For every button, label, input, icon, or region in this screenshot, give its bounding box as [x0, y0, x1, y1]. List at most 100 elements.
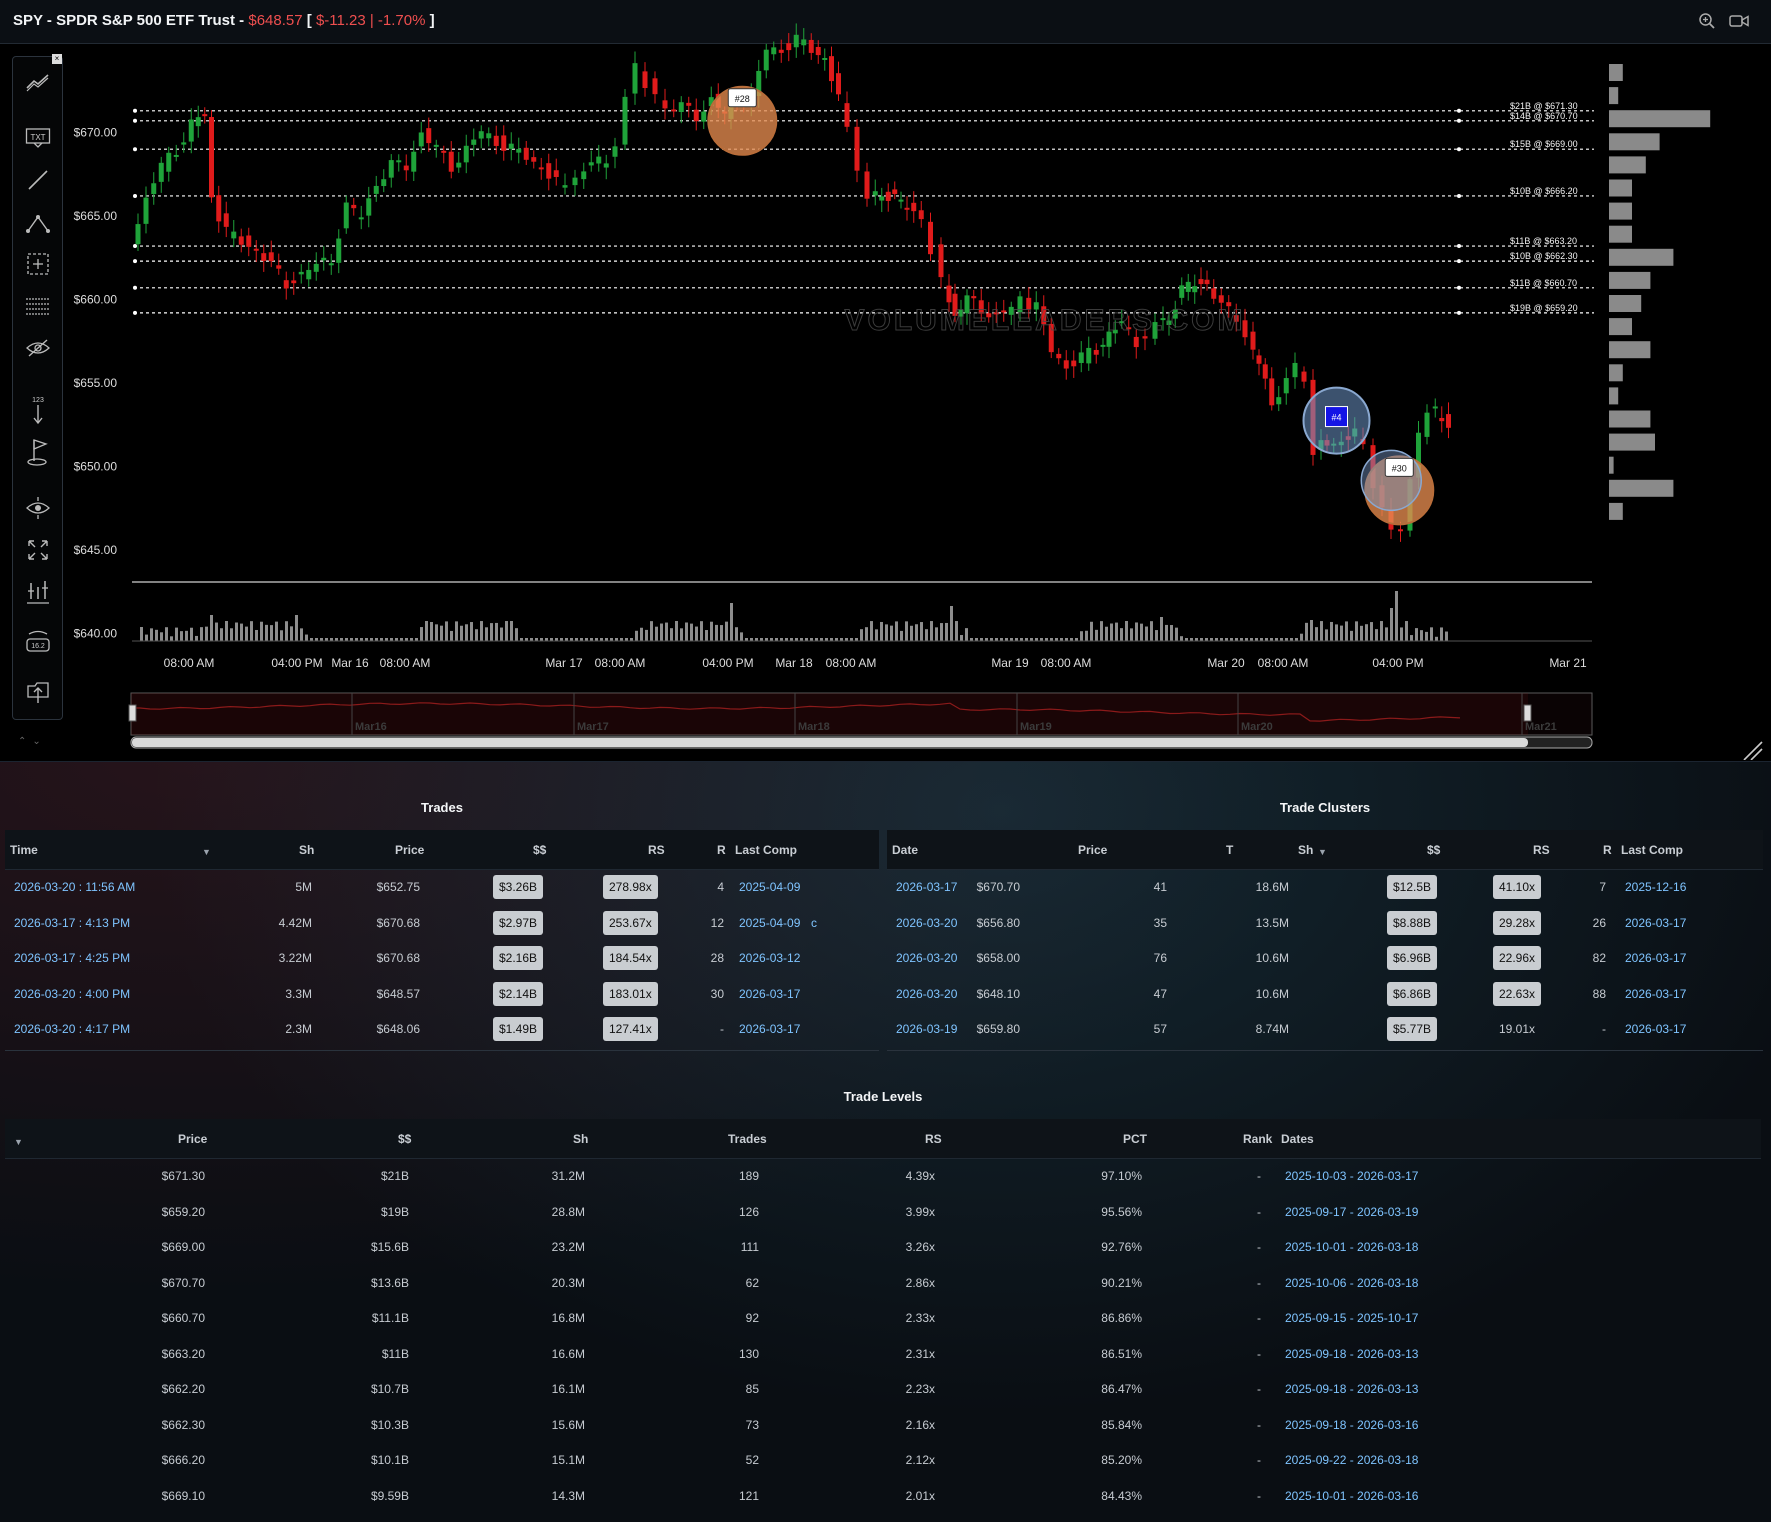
cluster-last-comp-link[interactable]: 2026-03-17: [1625, 916, 1686, 930]
table-row[interactable]: 2026-03-17 : 4:25 PM 3.22M $670.68 $2.16B 18…: [5, 941, 879, 976]
table-row[interactable]: 2026-03-20 : 4:17 PM 2.3M $648.06 $1.49B 127…: [5, 1012, 879, 1047]
price-chart[interactable]: $21B @ $671.30$14B @ $670.70 $15B @ $669.…: [0, 0, 1771, 760]
col-last-comp[interactable]: Last Comp: [1621, 843, 1683, 857]
col-t[interactable]: T: [1226, 843, 1233, 857]
table-row[interactable]: $659.20 $19B 28.8M 126 3.99x 95.56% - 2025-09-1…: [5, 1195, 1761, 1230]
table-row[interactable]: $670.70 $13.6B 20.3M 62 2.86x 90.21% - 2025-10-…: [5, 1266, 1761, 1301]
table-row[interactable]: $671.30 $21B 31.2M 189 4.39x 97.10% - 2025-10-0…: [5, 1159, 1761, 1194]
col-dollars[interactable]: $$: [398, 1132, 411, 1146]
col-r[interactable]: R: [1603, 843, 1612, 857]
sort-down-icon[interactable]: ▼: [14, 1137, 23, 1147]
trade-last-comp-link[interactable]: 2025-04-09: [739, 916, 800, 930]
table-row[interactable]: $669.00 $15.6B 23.2M 111 3.26x 92.76% - 2025-10…: [5, 1230, 1761, 1265]
level-pct: 86.47%: [1101, 1382, 1142, 1396]
trade-bubble[interactable]: #4: [1302, 386, 1371, 455]
cluster-last-comp-link[interactable]: 2026-03-17: [1625, 1022, 1686, 1036]
table-row[interactable]: 2026-03-20 $648.10 47 10.6M $6.86B 22.63x 88 20…: [887, 977, 1763, 1012]
level-dates-link[interactable]: 2025-09-15 - 2025-10-17: [1285, 1311, 1418, 1325]
volume-bar: [450, 630, 453, 641]
col-price[interactable]: Price: [395, 843, 424, 857]
table-row[interactable]: 2026-03-20 $658.00 76 10.6M $6.96B 22.96x 82 20…: [887, 941, 1763, 976]
col-sh[interactable]: Sh: [299, 843, 314, 857]
level-dates-link[interactable]: 2025-10-01 - 2026-03-16: [1285, 1489, 1418, 1503]
navigator-handle-left[interactable]: [128, 704, 137, 722]
cluster-last-comp-link[interactable]: 2026-03-17: [1625, 951, 1686, 965]
col-price[interactable]: Price: [1078, 843, 1107, 857]
level-dates-link[interactable]: 2025-10-06 - 2026-03-18: [1285, 1276, 1418, 1290]
navigator[interactable]: Mar16 Mar17 Mar18 Mar19 Mar20 Mar21: [128, 692, 1593, 749]
trade-time-link[interactable]: 2026-03-17 : 4:13 PM: [14, 916, 130, 930]
trade-bubble[interactable]: #28: [707, 85, 778, 156]
table-row[interactable]: $669.10 $9.59B 14.3M 121 2.01x 84.43% - 2025-10…: [5, 1479, 1761, 1514]
table-row[interactable]: $666.20 $10.1B 15.1M 52 2.12x 85.20% - 2025-09-…: [5, 1443, 1761, 1478]
col-dollars[interactable]: $$: [533, 843, 546, 857]
table-row[interactable]: $660.70 $11.1B 16.8M 92 2.33x 86.86% - 2025-09-…: [5, 1301, 1761, 1336]
level-dates-link[interactable]: 2025-10-01 - 2026-03-18: [1285, 1240, 1418, 1254]
col-rs[interactable]: RS: [1533, 843, 1550, 857]
table-row[interactable]: 2026-03-20 : 4:00 PM 3.3M $648.57 $2.14B 183…: [5, 977, 879, 1012]
cluster-date-link[interactable]: 2026-03-20: [896, 951, 957, 965]
trade-last-comp-link[interactable]: 2026-03-12: [739, 951, 800, 965]
trades-header: Time ▼ Sh Price $$ RS R Last Comp: [5, 830, 879, 870]
resize-handle-icon[interactable]: [1743, 741, 1763, 760]
col-last-comp[interactable]: Last Comp: [735, 843, 797, 857]
level-dates-link[interactable]: 2025-09-17 - 2026-03-19: [1285, 1205, 1418, 1219]
trade-extra-link[interactable]: c: [811, 916, 817, 930]
trade-bubble[interactable]: #30: [1360, 449, 1435, 526]
col-rank[interactable]: Rank: [1243, 1132, 1272, 1146]
cluster-date-link[interactable]: 2026-03-20: [896, 916, 957, 930]
level-dates-link[interactable]: 2025-09-18 - 2026-03-13: [1285, 1347, 1418, 1361]
trade-last-comp-link[interactable]: 2025-04-09: [739, 880, 800, 894]
cluster-last-comp-link[interactable]: 2025-12-16: [1625, 880, 1686, 894]
trade-last-comp-link[interactable]: 2026-03-17: [739, 1022, 800, 1036]
trade-time-link[interactable]: 2026-03-20 : 11:56 AM: [14, 880, 135, 894]
table-row[interactable]: 2026-03-17 : 4:13 PM 4.42M $670.68 $2.97B 25…: [5, 906, 879, 941]
sort-down-icon[interactable]: ▼: [1318, 847, 1327, 857]
col-time[interactable]: Time: [10, 843, 38, 857]
volume-bar: [300, 628, 303, 641]
col-dollars[interactable]: $$: [1427, 843, 1440, 857]
col-sh[interactable]: Sh: [573, 1132, 588, 1146]
level-dates-link[interactable]: 2025-09-22 - 2026-03-18: [1285, 1453, 1418, 1467]
trade-time-link[interactable]: 2026-03-17 : 4:25 PM: [14, 951, 130, 965]
cluster-last-comp-link[interactable]: 2026-03-17: [1625, 987, 1686, 1001]
level-dates-link[interactable]: 2025-09-18 - 2026-03-13: [1285, 1382, 1418, 1396]
table-row[interactable]: 2026-03-20 $656.80 35 13.5M $8.88B 29.28x 26 20…: [887, 906, 1763, 941]
sort-down-icon[interactable]: ▼: [202, 847, 211, 857]
cluster-date-link[interactable]: 2026-03-17: [896, 880, 957, 894]
table-row[interactable]: 2026-03-19 $659.80 57 8.74M $5.77B 19.01x - 202…: [887, 1012, 1763, 1047]
col-r[interactable]: R: [717, 843, 726, 857]
table-row[interactable]: 2026-03-20 : 11:56 AM 5M $652.75 $3.26B 278.…: [5, 870, 879, 905]
volume-bar: [245, 626, 248, 641]
col-price[interactable]: Price: [178, 1132, 207, 1146]
level-rs: 3.26x: [905, 1240, 935, 1254]
trade-shares: 3.22M: [278, 951, 312, 965]
col-trades[interactable]: Trades: [728, 1132, 767, 1146]
trade-time-link[interactable]: 2026-03-20 : 4:17 PM: [14, 1022, 130, 1036]
navigator-scrollbar-thumb[interactable]: [132, 738, 1528, 747]
trade-time-link[interactable]: 2026-03-20 : 4:00 PM: [14, 987, 130, 1001]
table-row[interactable]: $662.20 $10.7B 16.1M 85 2.23x 86.47% - 2025-09-…: [5, 1372, 1761, 1407]
table-row[interactable]: $663.20 $11B 16.6M 130 2.31x 86.51% - 2025-09-1…: [5, 1337, 1761, 1372]
col-pct[interactable]: PCT: [1123, 1132, 1147, 1146]
col-date[interactable]: Date: [892, 843, 918, 857]
level-dates-link[interactable]: 2025-10-03 - 2026-03-17: [1285, 1169, 1418, 1183]
level-label: $19B @ $659.20: [1510, 303, 1578, 313]
profile-bar: [1609, 248, 1674, 266]
table-row[interactable]: $662.30 $10.3B 15.6M 73 2.16x 85.84% - 2025-09-…: [5, 1408, 1761, 1443]
trade-last-comp-link[interactable]: 2026-03-17: [739, 987, 800, 1001]
level-dates-link[interactable]: 2025-09-18 - 2026-03-16: [1285, 1418, 1418, 1432]
col-rs[interactable]: RS: [648, 843, 665, 857]
volume-bar: [920, 622, 923, 641]
level-dot: [1457, 259, 1461, 264]
col-dates[interactable]: Dates: [1281, 1132, 1314, 1146]
clusters-bottom-border: [887, 1050, 1763, 1051]
cluster-date-link[interactable]: 2026-03-19: [896, 1022, 957, 1036]
col-sh[interactable]: Sh: [1298, 843, 1313, 857]
cluster-date-link[interactable]: 2026-03-20: [896, 987, 957, 1001]
col-rs[interactable]: RS: [925, 1132, 942, 1146]
cluster-rs-badge: 29.28x: [1493, 910, 1542, 935]
table-row[interactable]: 2026-03-17 $670.70 41 18.6M $12.5B 41.10x 7 202…: [887, 870, 1763, 905]
navigator-handle-right[interactable]: [1523, 704, 1532, 722]
volume-bar: [695, 626, 698, 641]
